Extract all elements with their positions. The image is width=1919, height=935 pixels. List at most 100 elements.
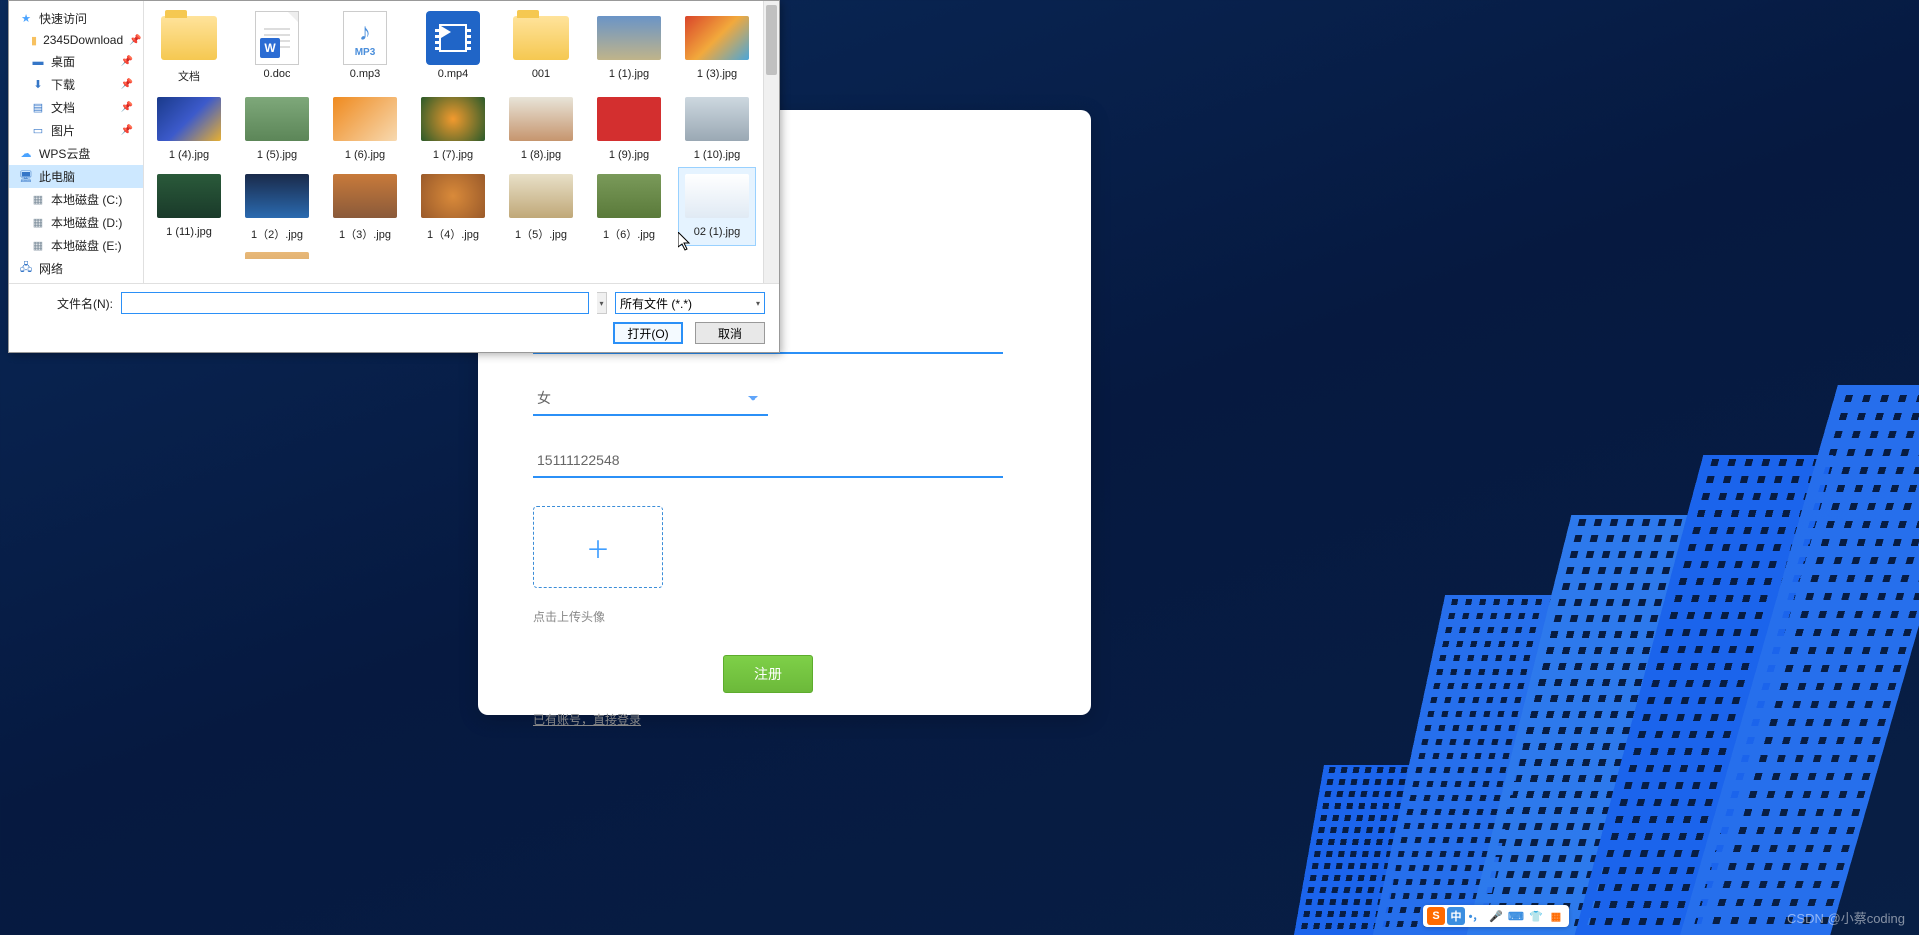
file-thumbnail <box>685 171 749 221</box>
avatar-upload-box[interactable]: ＋ <box>533 506 663 588</box>
picture-icon: ▭ <box>31 124 45 138</box>
file-item[interactable]: 02 (1).jpg <box>678 167 756 246</box>
file-label: 1（3）.jpg <box>339 226 391 242</box>
file-label: 0.mp4 <box>438 68 469 80</box>
file-thumbnail <box>333 171 397 221</box>
filename-dropdown[interactable]: ▾ <box>597 292 607 314</box>
file-label: 02 (1).jpg <box>694 226 740 238</box>
filename-label: 文件名(N): <box>23 295 113 312</box>
sidebar-pictures[interactable]: ▭图片📌 <box>9 119 143 142</box>
file-item[interactable]: 1 (1).jpg <box>590 9 668 88</box>
file-item[interactable] <box>238 248 316 260</box>
ime-lang-icon[interactable]: 中 <box>1447 907 1465 925</box>
pin-icon: 📌 <box>121 79 133 90</box>
file-item[interactable]: ♪MP30.mp3 <box>326 9 404 88</box>
sidebar-wps-cloud[interactable]: ☁WPS云盘 <box>9 142 143 165</box>
file-item[interactable]: 1（6）.jpg <box>590 167 668 246</box>
watermark: CSDN @小蔡coding <box>1787 908 1905 927</box>
register-button[interactable]: 注册 <box>723 655 813 693</box>
file-label: 1 (1).jpg <box>609 68 649 80</box>
file-item[interactable]: 1 (4).jpg <box>150 90 228 165</box>
file-item[interactable]: 1 (6).jpg <box>326 90 404 165</box>
sidebar-drive-e[interactable]: ▦本地磁盘 (E:) <box>9 234 143 257</box>
file-item[interactable]: 1 (9).jpg <box>590 90 668 165</box>
file-thumbnail <box>421 13 485 63</box>
plus-icon: ＋ <box>586 530 610 565</box>
file-label: 1（5）.jpg <box>515 226 567 242</box>
file-item[interactable]: 文档 <box>150 9 228 88</box>
ime-toolbar[interactable]: S 中 •， 🎤 ⌨ 👕 ▦ <box>1423 905 1569 927</box>
file-thumbnail <box>157 13 221 63</box>
file-label: 1 (3).jpg <box>697 68 737 80</box>
file-label: 文档 <box>178 68 200 84</box>
file-label: 1 (5).jpg <box>257 149 297 161</box>
file-label: 1（4）.jpg <box>427 226 479 242</box>
file-label: 1（2）.jpg <box>251 226 303 242</box>
network-icon: 🖧 <box>19 262 33 276</box>
file-item[interactable]: W0.doc <box>238 9 316 88</box>
file-item[interactable]: 1 (11).jpg <box>150 167 228 246</box>
file-thumbnail <box>685 13 749 63</box>
sidebar-2345download[interactable]: ▮2345Download📌 <box>9 30 143 50</box>
ime-logo-icon[interactable]: S <box>1427 907 1445 925</box>
file-type-filter[interactable]: 所有文件 (*.*)▾ <box>615 292 765 314</box>
open-button[interactable]: 打开(O) <box>613 322 683 344</box>
drive-icon: ▦ <box>31 239 45 253</box>
sidebar-network[interactable]: 🖧网络 <box>9 257 143 280</box>
file-item[interactable]: 0.mp4 <box>414 9 492 88</box>
file-label: 001 <box>532 68 550 80</box>
file-item[interactable]: 1（5）.jpg <box>502 167 580 246</box>
filename-input[interactable] <box>121 292 589 314</box>
file-thumbnail <box>685 94 749 144</box>
file-thumbnail <box>509 171 573 221</box>
file-thumbnail <box>157 94 221 144</box>
file-grid-area: 文档 W0.doc♪MP30.mp3 0.mp4 001 1 (1).jpg 1 (3).… <box>144 1 779 283</box>
file-label: 1（6）.jpg <box>603 226 655 242</box>
file-item[interactable]: 001 <box>502 9 580 88</box>
ime-punct-icon[interactable]: •， <box>1467 907 1485 925</box>
sidebar-drive-c[interactable]: ▦本地磁盘 (C:) <box>9 188 143 211</box>
file-thumbnail <box>245 171 309 221</box>
ime-toolbox-icon[interactable]: ▦ <box>1547 907 1565 925</box>
computer-icon: 🖥 <box>19 170 33 184</box>
cancel-button[interactable]: 取消 <box>695 322 765 344</box>
file-item[interactable]: 1 (8).jpg <box>502 90 580 165</box>
ime-skin-icon[interactable]: 👕 <box>1527 907 1545 925</box>
document-icon: ▤ <box>31 101 45 115</box>
upload-hint: 点击上传头像 <box>533 608 1036 625</box>
file-label: 0.doc <box>264 68 291 80</box>
file-thumbnail <box>245 94 309 144</box>
file-thumbnail <box>421 171 485 221</box>
file-label: 1 (9).jpg <box>609 149 649 161</box>
gender-select[interactable]: 女 <box>533 382 768 416</box>
file-item[interactable]: 1 (7).jpg <box>414 90 492 165</box>
sidebar-this-pc[interactable]: 🖥此电脑 <box>9 165 143 188</box>
file-item[interactable]: 1 (5).jpg <box>238 90 316 165</box>
phone-field[interactable] <box>533 444 1003 478</box>
sidebar-desktop[interactable]: ▬桌面📌 <box>9 50 143 73</box>
file-item[interactable]: 1 (3).jpg <box>678 9 756 88</box>
sidebar-drive-d[interactable]: ▦本地磁盘 (D:) <box>9 211 143 234</box>
file-item[interactable]: 1（4）.jpg <box>414 167 492 246</box>
pin-icon: 📌 <box>121 56 133 67</box>
file-thumbnail <box>597 94 661 144</box>
file-item[interactable]: 1 (10).jpg <box>678 90 756 165</box>
dialog-scrollbar[interactable] <box>763 1 779 283</box>
ime-keyboard-icon[interactable]: ⌨ <box>1507 907 1525 925</box>
file-item[interactable]: 1（2）.jpg <box>238 167 316 246</box>
sidebar-documents[interactable]: ▤文档📌 <box>9 96 143 119</box>
file-label: 1 (4).jpg <box>169 149 209 161</box>
sidebar-quick-access[interactable]: ★快速访问 <box>9 7 143 30</box>
pin-icon: 📌 <box>129 35 141 46</box>
file-thumbnail <box>509 94 573 144</box>
ime-mic-icon[interactable]: 🎤 <box>1487 907 1505 925</box>
login-link[interactable]: 已有账号，直接登录 <box>533 711 641 728</box>
file-thumbnail <box>597 13 661 63</box>
file-open-dialog: ★快速访问 ▮2345Download📌 ▬桌面📌 ⬇下载📌 ▤文档📌 ▭图片📌… <box>8 0 780 353</box>
file-thumbnail <box>333 94 397 144</box>
background-buildings <box>1219 435 1919 935</box>
sidebar-downloads[interactable]: ⬇下载📌 <box>9 73 143 96</box>
file-item[interactable]: 1（3）.jpg <box>326 167 404 246</box>
dialog-sidebar: ★快速访问 ▮2345Download📌 ▬桌面📌 ⬇下载📌 ▤文档📌 ▭图片📌… <box>9 1 144 283</box>
desktop-icon: ▬ <box>31 55 45 69</box>
